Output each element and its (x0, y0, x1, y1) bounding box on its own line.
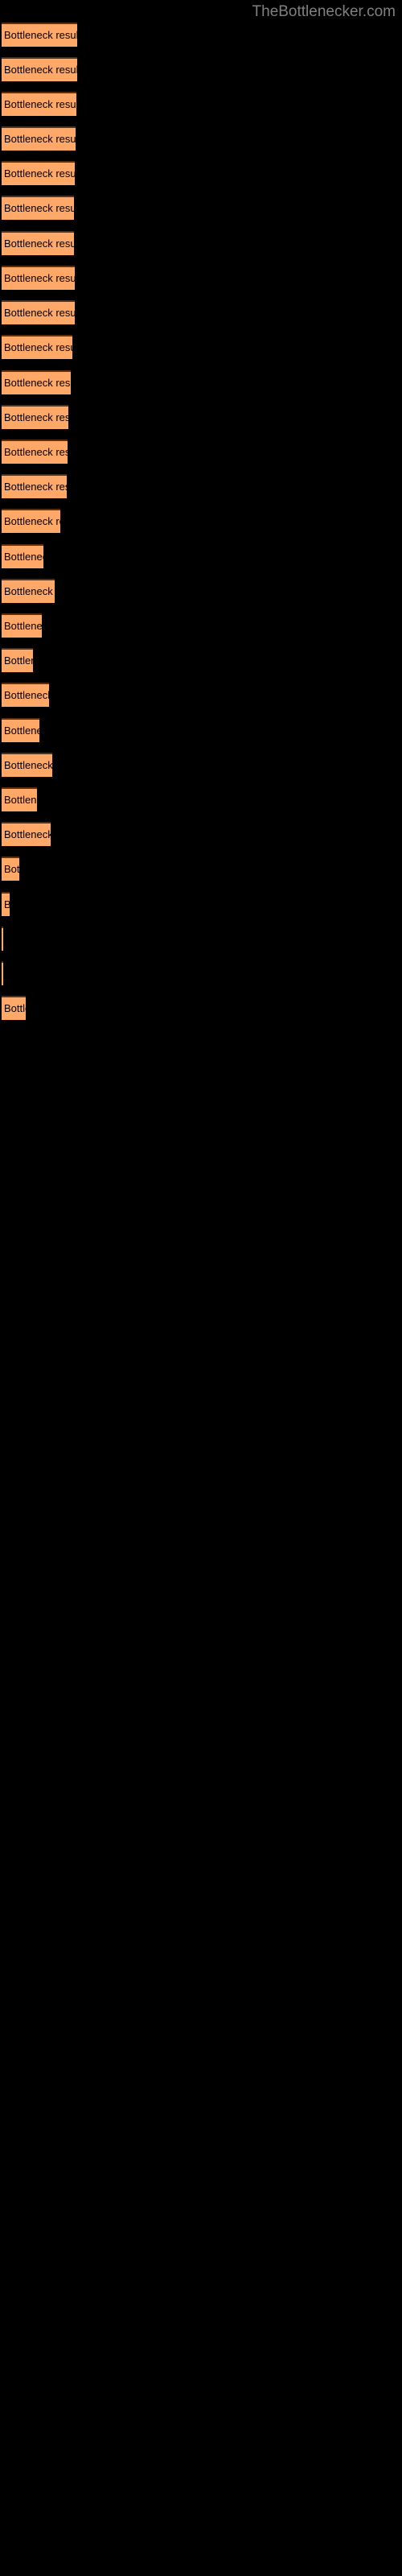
bar-row: Bottleneck result (0, 857, 402, 881)
bar[interactable]: Bottleneck result (2, 23, 77, 47)
bar[interactable]: Bottleneck result (2, 92, 76, 116)
bar-row: Bottleneck result (0, 718, 402, 742)
bar[interactable]: Bottleneck result (2, 961, 3, 985)
bar-label: Bottleneck result (4, 411, 68, 423)
bar-row: Bottleneck result (0, 787, 402, 811)
bar[interactable]: Bottleneck result (2, 753, 52, 777)
bar[interactable]: Bottleneck result (2, 892, 10, 916)
bar-row: Bottleneck result (0, 440, 402, 464)
bar-label: Bottleneck result (4, 1002, 26, 1014)
bar-label: Bottleneck result (4, 377, 71, 389)
bar-row: Bottleneck result (0, 822, 402, 846)
bar-label: Bottleneck result (4, 481, 67, 493)
bar-label: Bottleneck result (4, 620, 42, 632)
bar[interactable]: Bottleneck result (2, 509, 60, 533)
bar-label: Bottleneck result (4, 341, 72, 353)
bar-row: Bottleneck result (0, 892, 402, 916)
bar[interactable]: Bottleneck result (2, 370, 71, 394)
bar[interactable]: Bottleneck result (2, 405, 68, 429)
bar[interactable]: Bottleneck result (2, 613, 42, 638)
bar-row: Bottleneck result (0, 509, 402, 533)
bar-row: Bottleneck result (0, 92, 402, 116)
bar[interactable]: Bottleneck result (2, 996, 26, 1020)
bar-label: Bottleneck result (4, 307, 75, 319)
bar[interactable]: Bottleneck result (2, 822, 51, 846)
bar-row: Bottleneck result (0, 544, 402, 568)
bar-label: Bottleneck result (4, 551, 43, 563)
bar-row: Bottleneck result (0, 300, 402, 324)
bar-row: Bottleneck result (0, 996, 402, 1020)
bar-row: Bottleneck result (0, 370, 402, 394)
bar[interactable]: Bottleneck result (2, 231, 74, 255)
bar-row: Bottleneck result (0, 161, 402, 185)
bar-label: Bottleneck result (4, 133, 76, 145)
bar[interactable]: Bottleneck result (2, 787, 37, 811)
bar[interactable]: Bottleneck result (2, 335, 72, 359)
bar-row: Bottleneck result (0, 613, 402, 638)
bar-row: Bottleneck result (0, 266, 402, 290)
bar[interactable]: Bottleneck result (2, 683, 49, 707)
bar-label: Bottleneck result (4, 446, 68, 458)
bar[interactable]: Bottleneck result (2, 440, 68, 464)
bar-row: Bottleneck result (0, 753, 402, 777)
bar-row: Bottleneck result (0, 961, 402, 985)
bar-label: Bottleneck result (4, 759, 52, 771)
bar-row: Bottleneck result (0, 23, 402, 47)
bar-label: Bottleneck result (4, 64, 77, 76)
bar-label: Bottleneck result (4, 167, 75, 180)
bar-row: Bottleneck result (0, 405, 402, 429)
bar[interactable]: Bottleneck result (2, 648, 33, 672)
bar[interactable]: Bottleneck result (2, 266, 75, 290)
bar[interactable]: Bottleneck result (2, 857, 19, 881)
bar-label: Bottleneck result (4, 237, 74, 250)
bar[interactable]: Bottleneck result (2, 544, 43, 568)
bar-row: Bottleneck result (0, 196, 402, 220)
bar-label: Bottleneck result (4, 585, 55, 597)
bar-row: Bottleneck result (0, 231, 402, 255)
bar[interactable]: Bottleneck result (2, 300, 75, 324)
bar-row: Bottleneck result (0, 683, 402, 707)
bar-label: Bottleneck result (4, 654, 33, 667)
bar-row: Bottleneck result (0, 579, 402, 603)
bar[interactable]: Bottleneck result (2, 718, 39, 742)
bar-row: Bottleneck result (0, 474, 402, 498)
bar-row: Bottleneck result (0, 57, 402, 81)
bar-row: Bottleneck result (0, 648, 402, 672)
bar-row: Bottleneck result (0, 335, 402, 359)
bar-label: Bottleneck result (4, 724, 39, 737)
bar-label: Bottleneck result (4, 272, 75, 284)
bar[interactable]: Bottleneck result (2, 57, 77, 81)
bar-row: Bottleneck result (0, 126, 402, 151)
bar-label: Bottleneck result (4, 828, 51, 840)
bar-label: Bottleneck result (4, 29, 77, 41)
bar-label: Bottleneck result (4, 202, 74, 214)
bar[interactable]: Bottleneck result (2, 579, 55, 603)
bar[interactable]: Bottleneck result (2, 196, 74, 220)
bar-label: Bottleneck result (4, 689, 49, 701)
bar[interactable]: Bottleneck result (2, 161, 75, 185)
bottleneck-chart: TheBottlenecker.com Bottleneck result Bot… (0, 0, 402, 2576)
bar[interactable]: Bottleneck result (2, 126, 76, 151)
bar-label: Bottleneck result (4, 863, 19, 875)
bar-label: Bottleneck result (4, 894, 10, 916)
bar-row: Bottleneck result (0, 927, 402, 951)
bar-label: Bottleneck result (4, 515, 60, 527)
bar-list: Bottleneck result Bottleneck result Bottle… (0, 0, 402, 2576)
bar[interactable]: Bottleneck result (2, 927, 3, 951)
bar-label: Bottleneck result (4, 98, 76, 110)
bar-label: Bottleneck result (4, 794, 37, 806)
bar[interactable]: Bottleneck result (2, 474, 67, 498)
